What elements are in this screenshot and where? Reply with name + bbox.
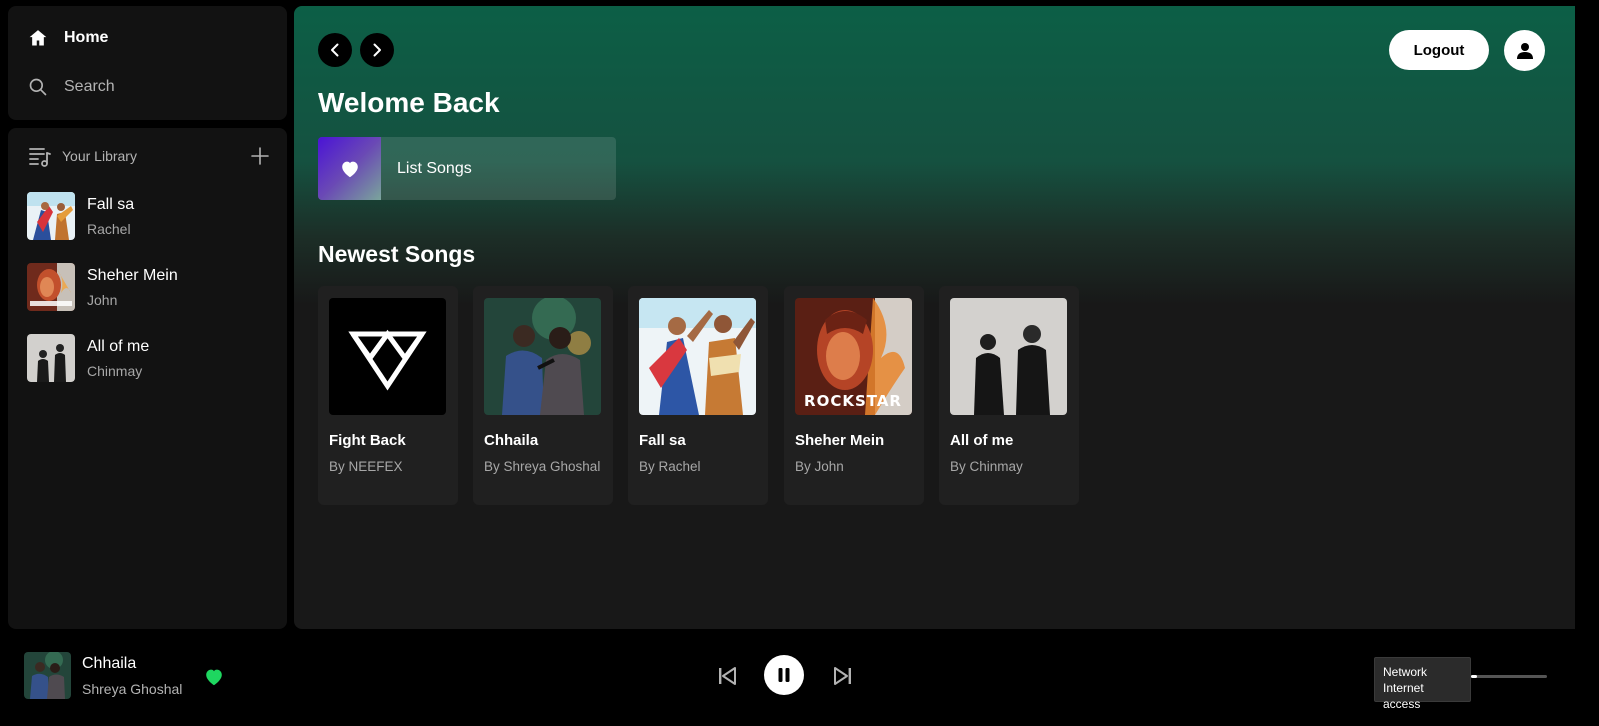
album-art-fight-back (329, 298, 446, 415)
volume-slider[interactable] (1471, 675, 1547, 678)
song-card[interactable]: ROCKSTAR Sheher Mein By John (784, 286, 924, 505)
nav-home-label: Home (64, 29, 109, 46)
plus-icon[interactable] (250, 146, 270, 166)
library-item-artist: Rachel (87, 220, 131, 237)
album-art-sheher-mein (27, 263, 75, 311)
song-title: Sheher Mein (795, 432, 885, 449)
sidebar-nav: Home Search (8, 6, 287, 120)
svg-text:ROCKSTAR: ROCKSTAR (804, 392, 902, 410)
song-title: Fight Back (329, 432, 406, 449)
nav-search[interactable]: Search (28, 77, 115, 97)
user-icon (1516, 42, 1533, 59)
pause-icon (778, 668, 790, 682)
now-playing-art (24, 652, 71, 699)
heart-icon (341, 161, 358, 177)
now-playing-artist: Shreya Ghoshal (82, 681, 183, 697)
list-songs-label: List Songs (397, 159, 472, 177)
song-card[interactable]: All of me By Chinmay (939, 286, 1079, 505)
user-profile-button[interactable] (1504, 30, 1545, 71)
nav-search-label: Search (64, 78, 115, 95)
library-header: Your Library (28, 144, 270, 168)
song-card[interactable]: Chhaila By Shreya Ghoshal (473, 286, 613, 505)
list-songs-card[interactable]: List Songs (318, 137, 616, 200)
library-item-artist: Chinmay (87, 362, 143, 379)
library-item-title: Fall sa (87, 195, 135, 213)
chevron-right-icon (373, 43, 381, 57)
search-icon (29, 78, 47, 96)
library-item-title: All of me (87, 337, 150, 355)
song-artist: By Chinmay (950, 459, 1023, 474)
back-button[interactable] (318, 33, 352, 67)
app-window: Home Search Your Library Fall sa Rachel … (0, 0, 1599, 726)
library-item-artist: John (87, 291, 118, 308)
song-artist: By Rachel (639, 459, 701, 474)
album-art-sheher-mein: ROCKSTAR (795, 298, 912, 415)
library-icon[interactable] (28, 144, 52, 168)
skip-previous-icon[interactable] (716, 665, 738, 687)
skip-next-icon[interactable] (832, 665, 854, 687)
home-icon (29, 30, 47, 46)
song-artist: By NEEFEX (329, 459, 403, 474)
tooltip-line-2: Internet access (1383, 681, 1424, 711)
song-card[interactable]: Fight Back By NEEFEX (318, 286, 458, 505)
page-title: Welome Back (318, 87, 500, 118)
album-art-chhaila (484, 298, 601, 415)
album-art-fall-sa (639, 298, 756, 415)
volume-fill (1471, 675, 1478, 678)
library-panel: Your Library Fall sa Rachel Sheher Mein … (8, 128, 287, 629)
album-art-fall-sa (27, 192, 75, 240)
library-item[interactable]: Sheher Mein John (27, 263, 277, 311)
now-playing-title: Chhaila (82, 655, 137, 672)
album-art-all-of-me (950, 298, 1067, 415)
album-art-all-of-me (27, 334, 75, 382)
song-title: Chhaila (484, 432, 539, 449)
tooltip-line-1: Network (1383, 665, 1428, 679)
network-tooltip: Network Internet access (1374, 657, 1471, 711)
logout-button[interactable]: Logout (1389, 30, 1489, 70)
song-title: Fall sa (639, 432, 686, 449)
song-title: All of me (950, 432, 1014, 449)
nav-home[interactable]: Home (28, 28, 108, 48)
song-card[interactable]: Fall sa By Rachel (628, 286, 768, 505)
player-bar: Chhaila Shreya Ghoshal Network Internet … (0, 636, 1599, 726)
list-songs-tile (318, 137, 381, 200)
library-item[interactable]: Fall sa Rachel (27, 192, 277, 240)
pause-button[interactable] (764, 655, 804, 695)
library-item[interactable]: All of me Chinmay (27, 334, 277, 382)
library-title: Your Library (62, 148, 137, 164)
forward-button[interactable] (360, 33, 394, 67)
song-artist: By John (795, 459, 844, 474)
song-artist: By Shreya Ghoshal (484, 459, 601, 474)
section-title: Newest Songs (318, 241, 476, 267)
heart-icon[interactable] (203, 666, 225, 688)
library-item-title: Sheher Mein (87, 266, 178, 284)
main-content: Logout Welome Back List Songs Newest Son… (294, 6, 1575, 629)
chevron-left-icon (331, 43, 339, 57)
